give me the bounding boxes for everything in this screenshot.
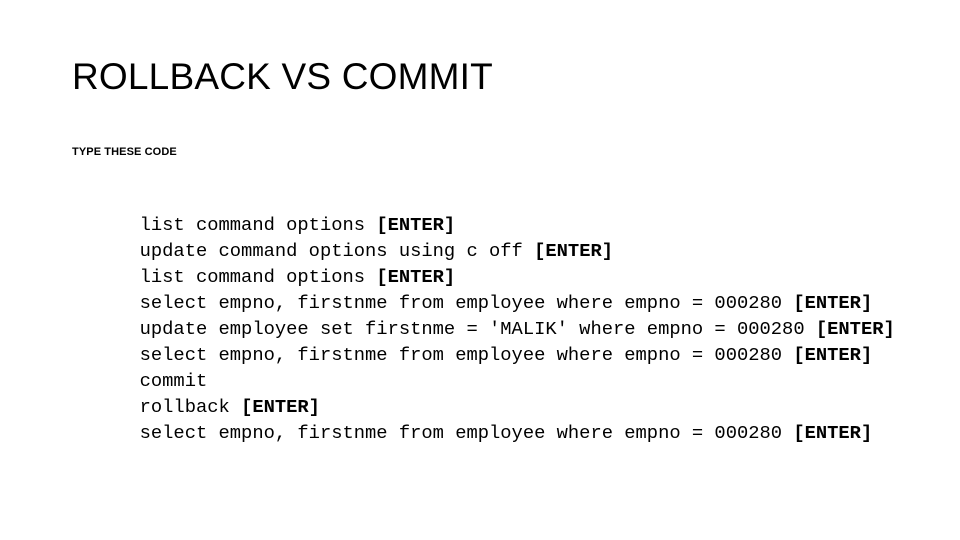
code-line-text: update command options using c off	[139, 240, 535, 262]
page-title: ROLLBACK VS COMMIT	[72, 56, 493, 97]
code-line-text: select empno, firstnme from employee whe…	[139, 292, 794, 314]
code-line-text: rollback	[139, 396, 242, 418]
enter-key-token: [ENTER]	[793, 422, 873, 444]
code-block: list command options [ENTER] update comm…	[72, 186, 902, 444]
code-line-text: select empno, firstnme from employee whe…	[139, 344, 794, 366]
enter-key-token: [ENTER]	[534, 240, 614, 262]
enter-key-token: [ENTER]	[793, 292, 873, 314]
code-line-text: update employee set firstnme = 'MALIK' w…	[139, 318, 816, 340]
enter-key-token: [ENTER]	[793, 344, 873, 366]
enter-key-token: [ENTER]	[376, 214, 456, 236]
enter-key-token: [ENTER]	[376, 266, 456, 288]
code-line-text: commit	[139, 370, 208, 392]
code-line-text: select empno, firstnme from employee whe…	[139, 422, 794, 444]
code-line-text: list command options	[139, 266, 377, 288]
enter-key-token: [ENTER]	[241, 396, 320, 418]
slide-subtitle: TYPE THESE CODE	[72, 146, 177, 158]
enter-key-token: [ENTER]	[815, 318, 895, 340]
slide-canvas: ROLLBACK VS COMMIT TYPE THESE CODE list …	[0, 0, 960, 540]
code-line-text: list command options	[139, 214, 377, 236]
code-line: list command options [ENTER]	[72, 186, 902, 236]
